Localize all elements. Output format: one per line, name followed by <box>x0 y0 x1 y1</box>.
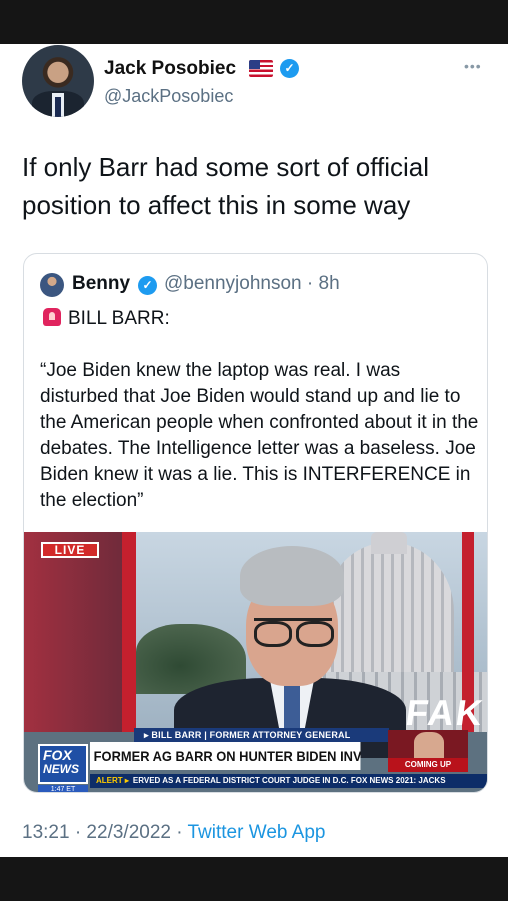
avatar-tie <box>55 97 61 117</box>
more-options-icon[interactable]: ••• <box>464 58 482 74</box>
source-app-link[interactable]: Twitter Web App <box>188 822 326 843</box>
news-chyron: ▸ BILL BARR | FORMER ATTORNEY GENERAL FO… <box>24 728 487 792</box>
author-avatar[interactable] <box>22 45 94 117</box>
studio-red-bar <box>122 532 136 732</box>
news-ticker: ALERT ▸ ERVED AS A FEDERAL DISTRICT COURT… <box>90 774 487 788</box>
tweet-meta: 13:21 · 22/3/2022 · Twitter Web App <box>22 822 326 844</box>
broadcast-time: 1:47 ET <box>38 785 88 792</box>
verified-badge-icon: ✓ <box>138 276 157 295</box>
author-handle[interactable]: @JackPosobiec <box>104 86 233 107</box>
chyron-headline: FORMER AG BARR ON HUNTER BIDEN INVESTIGA… <box>90 742 361 770</box>
quoted-author-handle: @bennyjohnson · 8h <box>164 273 340 294</box>
lower-third-label: ▸ BILL BARR | FORMER ATTORNEY GENERAL <box>134 728 389 742</box>
verified-badge-icon: ✓ <box>280 59 299 78</box>
quoted-body: “Joe Biden knew the laptop was real. I w… <box>40 360 479 511</box>
author-name[interactable]: Jack Posobiec <box>104 58 236 80</box>
promo-text: COMING UP <box>388 758 468 772</box>
ticker-text: ERVED AS A FEDERAL DISTRICT COURT JUDGE … <box>132 776 446 785</box>
quoted-author-avatar <box>40 273 64 297</box>
us-flag-icon <box>249 60 273 77</box>
fox-news-logo: FOX NEWS <box>38 744 88 784</box>
studio-backdrop <box>24 532 134 732</box>
alert-label: ALERT ▸ <box>96 776 129 785</box>
promo-host-image <box>414 732 444 758</box>
siren-icon <box>43 308 61 326</box>
tweet-timestamp[interactable]: 13:21 · 22/3/2022 · <box>22 822 188 843</box>
bottom-letterbox <box>0 857 508 901</box>
quoted-tweet[interactable]: Benny ✓ @bennyjohnson · 8h BILL BARR: “J… <box>23 253 488 793</box>
quoted-author-name: Benny <box>72 273 131 294</box>
logo-line-2: NEWS <box>43 762 79 776</box>
coming-up-promo: COMING UP <box>388 730 468 772</box>
top-letterbox <box>0 0 508 44</box>
interviewee <box>174 546 406 758</box>
quoted-media-image[interactable]: FAK LIVE ▸ BILL BARR | FORMER ATTORNEY G… <box>24 532 487 792</box>
logo-line-1: FOX <box>43 747 72 763</box>
glasses <box>254 618 334 647</box>
tweet-text: If only Barr had some sort of official p… <box>22 152 430 220</box>
quoted-label: BILL BARR: <box>68 308 170 329</box>
live-badge: LIVE <box>41 542 99 558</box>
hair <box>240 546 344 606</box>
